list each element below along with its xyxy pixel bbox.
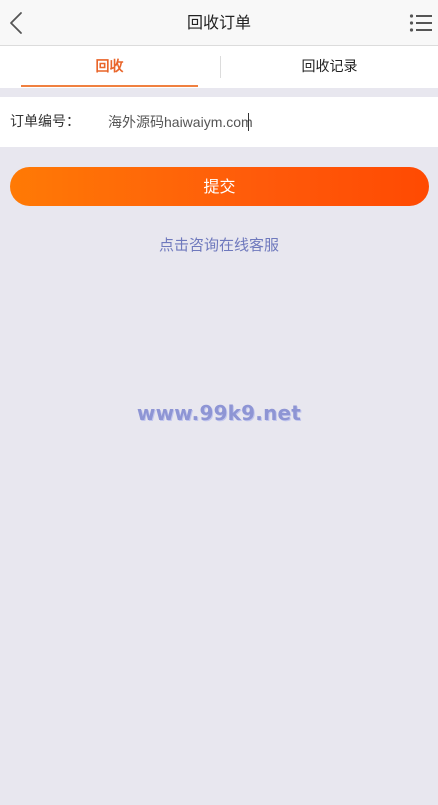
- tab-recycle-label: 回收: [95, 59, 124, 75]
- order-number-label: 订单编号：: [10, 114, 80, 130]
- online-support-link[interactable]: 点击咨询在线客服: [0, 234, 438, 258]
- submit-button[interactable]: 提交: [10, 167, 429, 206]
- tab-recycle-records[interactable]: 回收记录: [221, 46, 438, 88]
- tab-recycle-records-label: 回收记录: [301, 59, 358, 75]
- order-number-input[interactable]: [106, 107, 408, 137]
- list-menu-icon: [408, 11, 434, 35]
- active-tab-indicator: [21, 85, 198, 87]
- tab-bar: 回收 回收记录: [0, 46, 438, 88]
- menu-button[interactable]: [408, 11, 434, 35]
- page-title: 回收订单: [186, 13, 251, 32]
- tab-recycle[interactable]: 回收: [21, 46, 198, 88]
- text-caret: [248, 113, 249, 131]
- watermark-text: www.99k9.net: [136, 401, 302, 425]
- top-navigation-bar: 回收订单: [0, 0, 438, 46]
- order-number-row: 订单编号：: [0, 97, 438, 147]
